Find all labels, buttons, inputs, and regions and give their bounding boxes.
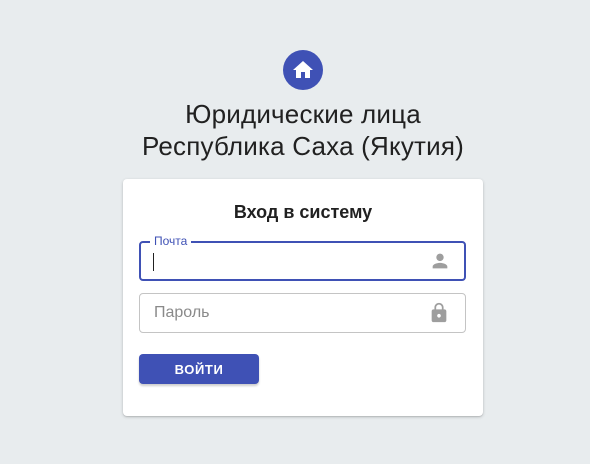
password-input[interactable] <box>154 294 424 332</box>
lock-icon <box>428 302 450 324</box>
login-card: Вход в систему Почта ВОЙТИ <box>123 179 483 416</box>
login-title: Вход в систему <box>233 202 373 222</box>
app-title-line-2: Республика Саха (Якутия) <box>141 131 465 161</box>
person-icon <box>429 250 451 272</box>
password-field[interactable] <box>139 293 466 333</box>
email-field[interactable]: Почта <box>139 234 466 281</box>
email-input[interactable] <box>153 243 423 279</box>
home-logo <box>283 50 323 90</box>
login-button[interactable]: ВОЙТИ <box>139 354 259 384</box>
app-title-line-1: Юридические лица <box>185 99 421 129</box>
text-caret <box>153 253 154 271</box>
app-title: Юридические лица Республика Саха (Якутия… <box>0 98 590 162</box>
home-icon <box>293 61 313 78</box>
